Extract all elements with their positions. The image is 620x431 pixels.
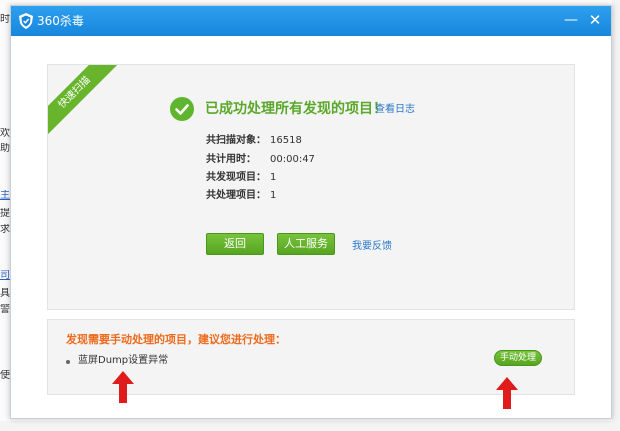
stat-label: 共扫描对象：: [206, 135, 266, 146]
close-button[interactable]: ✕: [585, 10, 605, 30]
stat-value: 16518: [270, 135, 302, 146]
scan-mode-ribbon: 快速扫描: [48, 65, 128, 145]
view-log-link[interactable]: 查看日志: [375, 104, 415, 116]
back-button[interactable]: 返回: [206, 233, 264, 255]
stat-label: 共处理项目：: [206, 190, 266, 201]
stat-elapsed-time: 共计用时： 00:00:47: [206, 154, 315, 166]
manual-handling-title: 发现需要手动处理的项目，建议您进行处理：: [66, 333, 286, 346]
stat-scanned-objects: 共扫描对象： 16518: [206, 135, 302, 147]
scan-mode-label: 快速扫描: [48, 65, 121, 139]
red-arrow-up-icon: [112, 371, 134, 403]
stat-label: 共发现项目：: [206, 172, 266, 183]
minimize-button[interactable]: —: [561, 10, 581, 30]
result-panel: 快速扫描 已成功处理所有发现的项目！ 查看日志 共扫描对象： 16518 共计用时…: [47, 64, 575, 310]
feedback-link[interactable]: 我要反馈: [352, 241, 392, 253]
stat-value: 1: [270, 190, 277, 201]
list-bullet: [66, 360, 70, 364]
stat-value: 1: [270, 172, 277, 183]
issue-item-text: 蓝屏Dump设置异常: [78, 355, 169, 366]
title-bar[interactable]: 360杀毒 — ✕: [11, 6, 611, 36]
stat-value: 00:00:47: [270, 154, 315, 165]
window-title: 360杀毒: [37, 14, 84, 28]
background-page-right: [612, 0, 620, 431]
background-page-bottom: [0, 421, 620, 431]
manual-fix-button[interactable]: 手动处理: [494, 350, 542, 366]
red-arrow-up-icon: [496, 377, 518, 409]
result-title: 已成功处理所有发现的项目！: [205, 101, 387, 117]
stat-found-items: 共发现项目： 1: [206, 172, 276, 184]
check-circle-icon: [170, 97, 194, 121]
stat-label: 共计用时：: [206, 154, 256, 165]
shield-icon: [19, 13, 33, 29]
stat-handled-items: 共处理项目： 1: [206, 190, 276, 202]
manual-service-button[interactable]: 人工服务: [277, 233, 335, 255]
scan-result-dialog: 360杀毒 — ✕ 快速扫描 已成功处理所有发现的项目！ 查看日志 共扫描对象：…: [10, 5, 612, 419]
